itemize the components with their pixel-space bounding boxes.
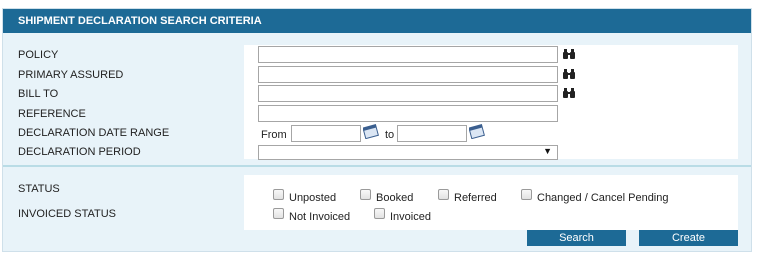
from-label: From <box>261 129 287 141</box>
binoculars-icon[interactable] <box>563 88 575 98</box>
binoculars-icon[interactable] <box>563 49 575 59</box>
date-to-input[interactable] <box>397 125 467 142</box>
invoiced-status-label: INVOICED STATUS <box>18 208 116 220</box>
panel-title: SHIPMENT DECLARATION SEARCH CRITERIA <box>3 9 751 33</box>
period-label: DECLARATION PERIOD <box>18 146 141 158</box>
search-button[interactable]: Search <box>527 230 626 246</box>
bill-to-label: BILL TO <box>18 88 59 100</box>
status-label: STATUS <box>18 183 60 195</box>
create-button[interactable]: Create <box>639 230 738 246</box>
primary-assured-label: PRIMARY ASSURED <box>18 69 124 81</box>
binoculars-icon[interactable] <box>563 69 575 79</box>
search-criteria-panel: SHIPMENT DECLARATION SEARCH CRITERIA POL… <box>2 8 752 252</box>
status-unposted-checkbox[interactable] <box>273 189 284 200</box>
calendar-icon[interactable] <box>363 123 379 139</box>
reference-label: REFERENCE <box>18 108 86 120</box>
date-range-label: DECLARATION DATE RANGE <box>18 127 170 139</box>
status-referred-label: Referred <box>454 192 497 204</box>
invoiced-checkbox[interactable] <box>374 208 385 219</box>
chevron-down-icon: ▼ <box>543 146 552 156</box>
bill-to-input[interactable] <box>258 85 558 102</box>
period-select[interactable]: ▼ <box>258 145 558 160</box>
primary-assured-input[interactable] <box>258 66 558 83</box>
to-label: to <box>385 129 395 141</box>
status-referred-checkbox[interactable] <box>438 189 449 200</box>
status-changed-cancel-label: Changed / Cancel Pending <box>537 192 669 204</box>
not-invoiced-checkbox[interactable] <box>273 208 284 219</box>
reference-input[interactable] <box>258 105 558 122</box>
policy-label: POLICY <box>18 49 59 61</box>
invoiced-label: Invoiced <box>390 211 431 223</box>
date-from-input[interactable] <box>291 125 361 142</box>
status-changed-cancel-checkbox[interactable] <box>521 189 532 200</box>
status-booked-label: Booked <box>376 192 414 204</box>
policy-input[interactable] <box>258 46 558 63</box>
status-unposted-label: Unposted <box>289 192 337 204</box>
status-booked-checkbox[interactable] <box>360 189 371 200</box>
calendar-icon[interactable] <box>469 123 485 139</box>
section-divider <box>3 165 751 167</box>
not-invoiced-label: Not Invoiced <box>289 211 351 223</box>
